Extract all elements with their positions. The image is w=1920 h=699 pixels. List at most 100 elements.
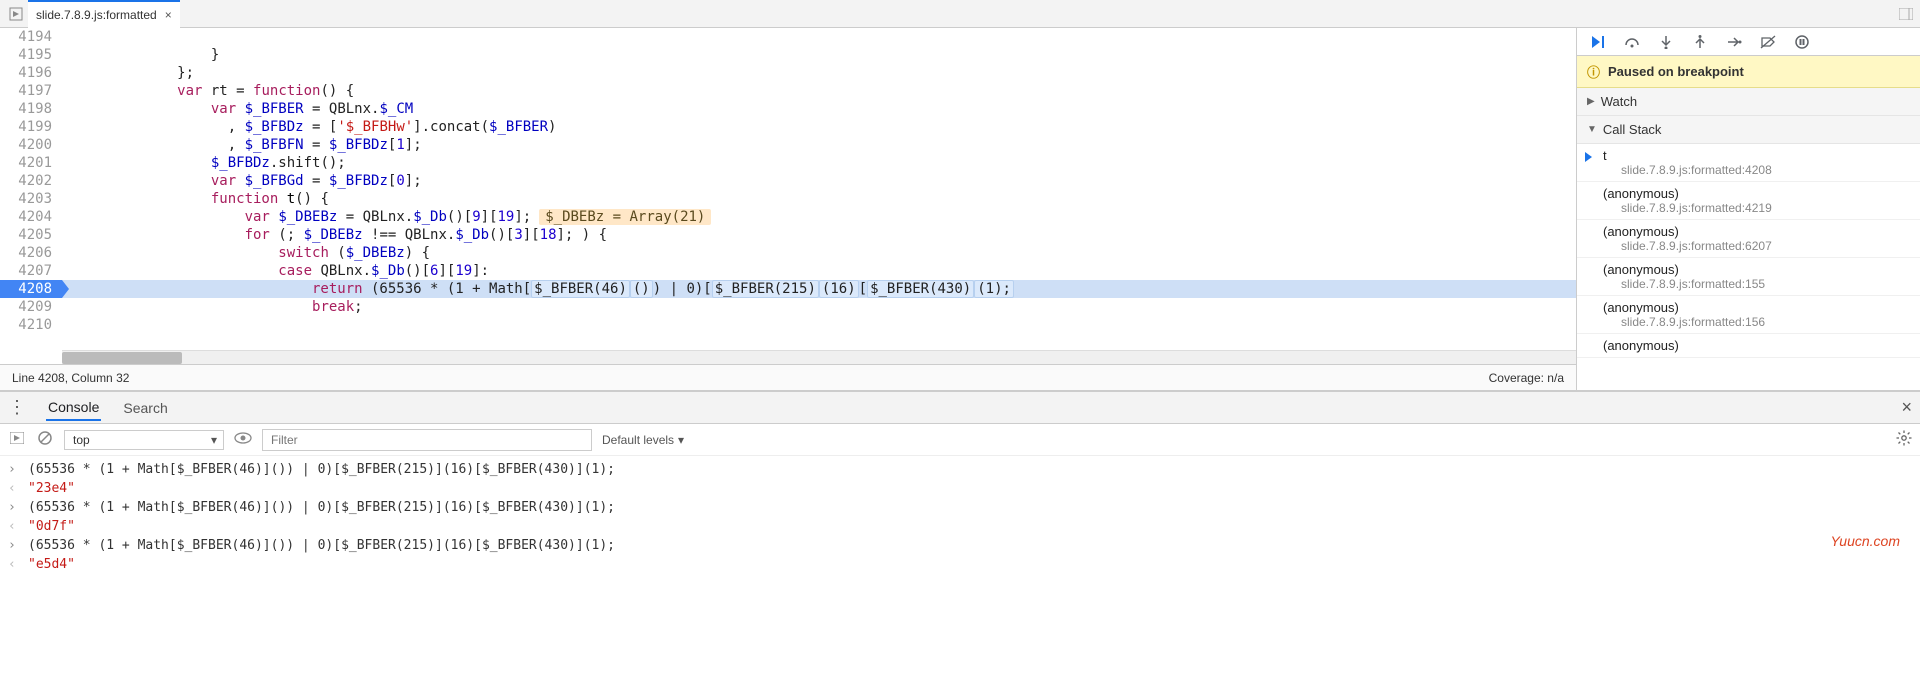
line-number[interactable]: 4208 — [0, 280, 62, 298]
console-input-row: ›(65536 * (1 + Math[$_BFBER(46)]()) | 0)… — [0, 498, 1920, 517]
stack-frame[interactable]: (anonymous) — [1577, 334, 1920, 358]
code-line[interactable]: 4207 case QBLnx.$_Db()[6][19]: — [0, 262, 1576, 280]
close-tab-icon[interactable]: × — [165, 8, 172, 22]
line-number[interactable]: 4210 — [0, 316, 62, 334]
frame-function: (anonymous) — [1603, 300, 1679, 315]
console-tab[interactable]: Console — [46, 395, 101, 421]
frame-location: slide.7.8.9.js:formatted:4219 — [1603, 201, 1910, 215]
console-text: "e5d4" — [28, 557, 75, 572]
watch-section[interactable]: ▶ Watch — [1577, 88, 1920, 116]
stack-frame[interactable]: (anonymous)slide.7.8.9.js:formatted:156 — [1577, 296, 1920, 334]
file-tab-title: slide.7.8.9.js:formatted — [36, 8, 157, 22]
console-output-row: ‹"e5d4" — [0, 555, 1920, 574]
search-tab[interactable]: Search — [121, 396, 169, 420]
step-into-icon[interactable] — [1655, 31, 1677, 53]
line-number[interactable]: 4206 — [0, 244, 62, 262]
stack-frame[interactable]: (anonymous)slide.7.8.9.js:formatted:6207 — [1577, 220, 1920, 258]
console-input-row: ›(65536 * (1 + Math[$_BFBER(46)]()) | 0)… — [0, 460, 1920, 479]
paused-banner: ⓘ Paused on breakpoint — [1577, 56, 1920, 88]
callstack-section[interactable]: ▼ Call Stack — [1577, 116, 1920, 144]
close-drawer-icon[interactable]: × — [1901, 397, 1912, 418]
stack-frame[interactable]: (anonymous)slide.7.8.9.js:formatted:4219 — [1577, 182, 1920, 220]
toggle-sidebar-icon[interactable] — [8, 432, 26, 447]
code-line[interactable]: 4199 , $_BFBDz = ['$_BFBHw'].concat($_BF… — [0, 118, 1576, 136]
code-line[interactable]: 4210 — [0, 316, 1576, 334]
console-filter-input[interactable] — [262, 429, 592, 451]
code-line[interactable]: 4200 , $_BFBFN = $_BFBDz[1]; — [0, 136, 1576, 154]
info-icon: ⓘ — [1587, 62, 1600, 81]
cursor-position: Line 4208, Column 32 — [12, 371, 129, 385]
step-over-icon[interactable] — [1621, 31, 1643, 53]
line-number[interactable]: 4205 — [0, 226, 62, 244]
chevron-right-icon: ▶ — [1587, 96, 1595, 107]
console-output-row: ‹"23e4" — [0, 479, 1920, 498]
line-number[interactable]: 4209 — [0, 298, 62, 316]
line-number[interactable]: 4200 — [0, 136, 62, 154]
line-number[interactable]: 4194 — [0, 28, 62, 46]
line-number[interactable]: 4196 — [0, 64, 62, 82]
console-text: (65536 * (1 + Math[$_BFBER(46)]()) | 0)[… — [28, 500, 615, 515]
file-tab[interactable]: slide.7.8.9.js:formatted × — [28, 0, 180, 28]
console-text: (65536 * (1 + Math[$_BFBER(46)]()) | 0)[… — [28, 462, 615, 477]
editor-status-bar: Line 4208, Column 32 Coverage: n/a — [0, 364, 1576, 390]
code-line[interactable]: 4194 — [0, 28, 1576, 46]
code-line[interactable]: 4209 break; — [0, 298, 1576, 316]
line-number[interactable]: 4199 — [0, 118, 62, 136]
frame-function: (anonymous) — [1603, 186, 1679, 201]
code-line[interactable]: 4203 function t() { — [0, 190, 1576, 208]
console-settings-icon[interactable] — [1896, 430, 1912, 449]
paused-text: Paused on breakpoint — [1608, 64, 1744, 79]
line-number[interactable]: 4198 — [0, 100, 62, 118]
watch-label: Watch — [1601, 94, 1637, 109]
code-line[interactable]: 4196 }; — [0, 64, 1576, 82]
code-line[interactable]: 4195 } — [0, 46, 1576, 64]
output-marker-icon: ‹ — [8, 557, 28, 572]
frame-function: (anonymous) — [1603, 224, 1679, 239]
stack-frame[interactable]: tslide.7.8.9.js:formatted:4208 — [1577, 144, 1920, 182]
drawer-tabs: ⋮ Console Search × — [0, 392, 1920, 424]
line-number[interactable]: 4195 — [0, 46, 62, 64]
drawer-menu-icon[interactable]: ⋮ — [8, 397, 26, 418]
console-output[interactable]: ›(65536 * (1 + Math[$_BFBER(46)]()) | 0)… — [0, 456, 1920, 699]
code-line[interactable]: 4206 switch ($_DBEBz) { — [0, 244, 1576, 262]
horizontal-scrollbar[interactable] — [62, 350, 1576, 364]
frame-location: slide.7.8.9.js:formatted:155 — [1603, 277, 1910, 291]
context-selector[interactable]: top — [64, 430, 224, 450]
log-levels-selector[interactable]: Default levels▾ — [602, 433, 684, 447]
line-number[interactable]: 4204 — [0, 208, 62, 226]
code-line[interactable]: 4205 for (; $_DBEBz !== QBLnx.$_Db()[3][… — [0, 226, 1576, 244]
code-line[interactable]: 4202 var $_BFBGd = $_BFBDz[0]; — [0, 172, 1576, 190]
line-number[interactable]: 4207 — [0, 262, 62, 280]
input-marker-icon: › — [8, 462, 28, 477]
line-number[interactable]: 4203 — [0, 190, 62, 208]
console-output-row: ‹"0d7f" — [0, 517, 1920, 536]
clear-console-icon[interactable] — [36, 431, 54, 448]
coverage-status: Coverage: n/a — [1489, 371, 1564, 385]
code-editor[interactable]: 4194 4195 }4196 };4197 var rt = function… — [0, 28, 1576, 350]
page-icon[interactable] — [4, 7, 28, 21]
live-expression-icon[interactable] — [234, 432, 252, 447]
code-line[interactable]: 4198 var $_BFBER = QBLnx.$_CM — [0, 100, 1576, 118]
console-text: "0d7f" — [28, 519, 75, 534]
sources-tab-strip: slide.7.8.9.js:formatted × — [0, 0, 1920, 28]
input-marker-icon: › — [8, 500, 28, 515]
resume-icon[interactable] — [1587, 31, 1609, 53]
frame-location: slide.7.8.9.js:formatted:4208 — [1603, 163, 1910, 177]
code-line[interactable]: 4197 var rt = function() { — [0, 82, 1576, 100]
code-line[interactable]: 4201 $_BFBDz.shift(); — [0, 154, 1576, 172]
code-line[interactable]: 4208 return (65536 * (1 + Math[$_BFBER(4… — [0, 280, 1576, 298]
frame-function: t — [1603, 148, 1607, 163]
line-number[interactable]: 4197 — [0, 82, 62, 100]
line-number[interactable]: 4201 — [0, 154, 62, 172]
output-marker-icon: ‹ — [8, 519, 28, 534]
step-icon[interactable] — [1723, 31, 1745, 53]
code-line[interactable]: 4204 var $_DBEBz = QBLnx.$_Db()[9][19];$… — [0, 208, 1576, 226]
step-out-icon[interactable] — [1689, 31, 1711, 53]
console-toolbar: top Default levels▾ — [0, 424, 1920, 456]
deactivate-breakpoints-icon[interactable] — [1757, 31, 1779, 53]
more-tabs-icon[interactable] — [1896, 8, 1916, 20]
frame-location: slide.7.8.9.js:formatted:6207 — [1603, 239, 1910, 253]
stack-frame[interactable]: (anonymous)slide.7.8.9.js:formatted:155 — [1577, 258, 1920, 296]
line-number[interactable]: 4202 — [0, 172, 62, 190]
pause-exceptions-icon[interactable] — [1791, 31, 1813, 53]
